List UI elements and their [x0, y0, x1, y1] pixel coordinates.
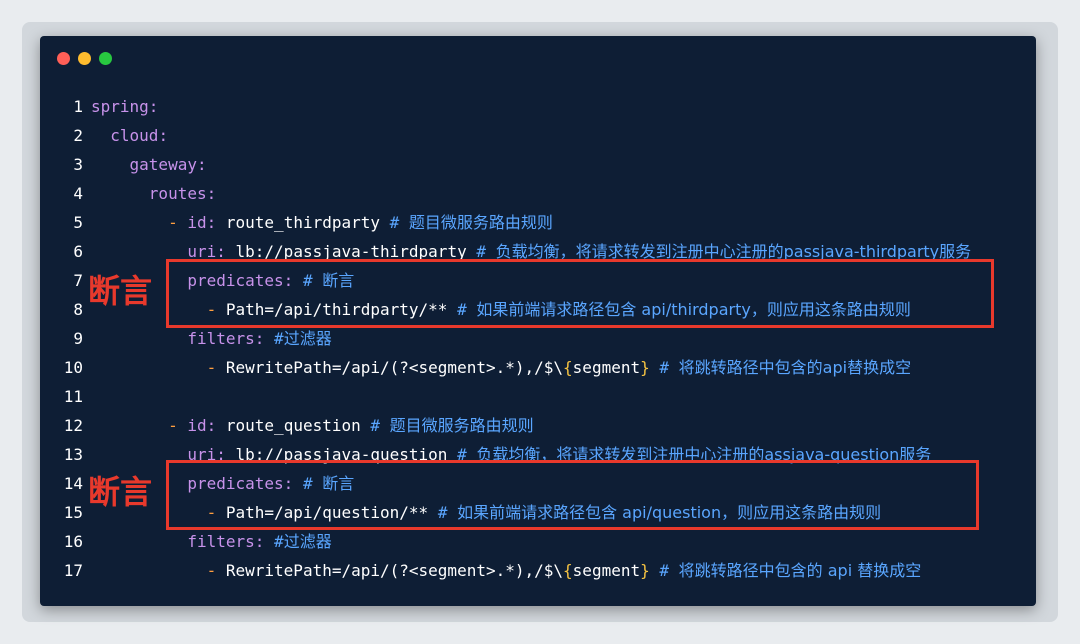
yaml-colon: : — [148, 97, 159, 116]
line-number: 7 — [73, 271, 83, 290]
line-number: 17 — [63, 561, 83, 580]
maximize-window-button[interactable] — [99, 52, 112, 65]
line-content: routes: — [91, 179, 216, 208]
comment-marker: # — [659, 561, 679, 580]
yaml-key: gateway — [129, 155, 197, 174]
line-number: 6 — [73, 242, 83, 261]
line-number: 2 — [73, 126, 83, 145]
predicate-highlight-box-2 — [166, 460, 979, 530]
line-content: - RewritePath=/api/(?<segment>.*),/$\{se… — [91, 353, 911, 382]
yaml-colon: : — [196, 155, 207, 174]
yaml-value: RewritePath=/api/(?<segment>.*),/$\ — [225, 561, 564, 580]
yaml-comment: 题目微服务路由规则 — [408, 213, 553, 232]
yaml-key: routes — [148, 184, 207, 203]
annotation-label-2: 断言 — [88, 473, 153, 511]
comment-marker: # — [389, 213, 409, 232]
code-line: 2 cloud: — [40, 121, 1036, 150]
code-line: 16 filters: #过滤器 — [40, 527, 1036, 556]
list-dash: - — [168, 416, 178, 435]
yaml-value: route_thirdparty — [225, 213, 381, 232]
brace-open: { — [563, 561, 573, 580]
comment-marker: # — [659, 358, 679, 377]
yaml-key: filters — [187, 329, 255, 348]
line-content: gateway: — [91, 150, 207, 179]
list-dash: - — [168, 213, 178, 232]
code-line: 11 — [40, 382, 1036, 411]
yaml-colon: : — [254, 532, 265, 551]
yaml-value: RewritePath=/api/(?<segment>.*),/$\ — [225, 358, 564, 377]
yaml-value-segment: segment — [572, 561, 641, 580]
yaml-comment: 将跳转路径中包含的 api 替换成空 — [678, 561, 922, 580]
code-line: 4 routes: — [40, 179, 1036, 208]
line-number: 11 — [63, 387, 83, 406]
line-number: 13 — [63, 445, 83, 464]
line-number: 8 — [73, 300, 83, 319]
yaml-key: cloud — [110, 126, 159, 145]
annotation-label-1: 断言 — [88, 272, 153, 310]
line-content: spring: — [91, 92, 158, 121]
code-line: 3 gateway: — [40, 150, 1036, 179]
line-number: 14 — [63, 474, 83, 493]
code-line: 5 - id: route_thirdparty # 题目微服务路由规则 — [40, 208, 1036, 237]
yaml-comment: 过滤器 — [283, 329, 332, 348]
yaml-comment: 题目微服务路由规则 — [389, 416, 534, 435]
yaml-colon: : — [206, 416, 217, 435]
yaml-colon: : — [158, 126, 169, 145]
line-number: 10 — [63, 358, 83, 377]
yaml-key: filters — [187, 532, 255, 551]
predicate-highlight-box-1 — [166, 259, 994, 328]
line-content: - id: route_thirdparty # 题目微服务路由规则 — [91, 208, 553, 237]
line-content: filters: #过滤器 — [91, 527, 332, 556]
line-number: 12 — [63, 416, 83, 435]
list-dash: - — [206, 358, 217, 377]
brace-open: { — [563, 358, 573, 377]
yaml-colon: : — [206, 213, 217, 232]
yaml-colon: : — [206, 184, 217, 203]
code-line: 12 - id: route_question # 题目微服务路由规则 — [40, 411, 1036, 440]
line-content: - id: route_question # 题目微服务路由规则 — [91, 411, 534, 440]
code-line: 9 filters: #过滤器 — [40, 324, 1036, 353]
minimize-window-button[interactable] — [78, 52, 91, 65]
code-line: 1 spring: — [40, 92, 1036, 121]
yaml-colon: : — [254, 329, 265, 348]
line-number: 4 — [73, 184, 83, 203]
yaml-comment: 将跳转路径中包含的api替换成空 — [678, 358, 912, 377]
line-number: 9 — [73, 329, 83, 348]
line-number: 5 — [73, 213, 83, 232]
comment-marker: # — [370, 416, 390, 435]
yaml-value: route_question — [225, 416, 361, 435]
list-dash: - — [206, 561, 217, 580]
yaml-key: id — [187, 416, 207, 435]
line-number: 15 — [63, 503, 83, 522]
line-content: cloud: — [91, 121, 168, 150]
code-line: 10 - RewritePath=/api/(?<segment>.*),/$\… — [40, 353, 1036, 382]
line-content: filters: #过滤器 — [91, 324, 332, 353]
comment-marker: # — [274, 532, 284, 551]
brace-close: } — [640, 358, 650, 377]
close-window-button[interactable] — [57, 52, 70, 65]
yaml-comment: 过滤器 — [283, 532, 332, 551]
yaml-value-segment: segment — [572, 358, 641, 377]
yaml-key: spring — [91, 97, 149, 116]
comment-marker: # — [274, 329, 284, 348]
line-number: 3 — [73, 155, 83, 174]
code-line: 17 - RewritePath=/api/(?<segment>.*),/$\… — [40, 556, 1036, 585]
line-number: 1 — [73, 97, 83, 116]
brace-close: } — [640, 561, 650, 580]
line-number: 16 — [63, 532, 83, 551]
yaml-key: id — [187, 213, 207, 232]
line-content: - RewritePath=/api/(?<segment>.*),/$\{se… — [91, 556, 922, 585]
